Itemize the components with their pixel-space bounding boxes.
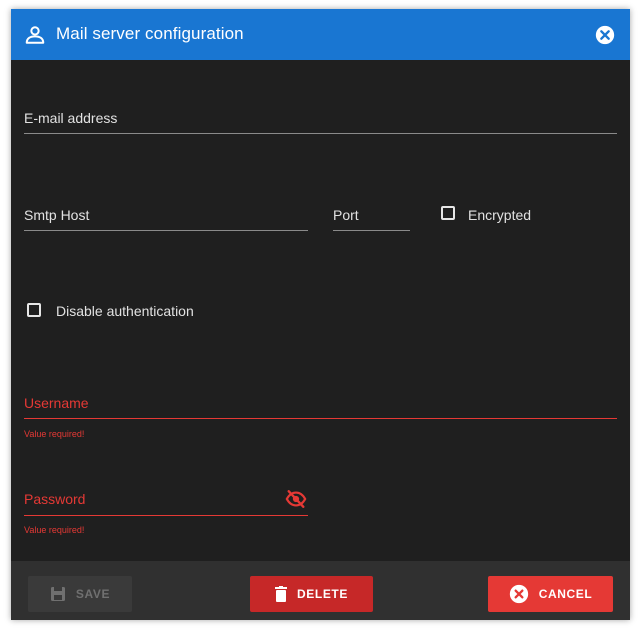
trash-icon [275, 586, 288, 602]
save-label: SAVE [75, 587, 111, 601]
close-icon[interactable] [594, 24, 616, 46]
dialog-titlebar: Mail server configuration [11, 9, 630, 60]
dialog-footer: SAVE DELETE CANCEL [11, 561, 630, 620]
delete-label: DELETE [297, 587, 348, 601]
encrypted-label: Encrypted [468, 207, 532, 223]
password-error: Value required! [24, 525, 85, 535]
email-input[interactable] [24, 107, 618, 129]
password-input[interactable] [24, 488, 279, 510]
username-input[interactable] [24, 392, 617, 414]
smtp-host-input[interactable] [24, 204, 308, 226]
cancel-label: CANCEL [538, 587, 593, 601]
save-button[interactable]: SAVE [28, 576, 132, 612]
encrypted-checkbox[interactable] [441, 206, 455, 220]
account-icon [25, 26, 45, 44]
username-error: Value required! [24, 429, 85, 439]
port-underline [333, 230, 410, 231]
email-underline [24, 133, 617, 134]
password-underline [24, 515, 308, 516]
eye-off-icon[interactable] [284, 488, 308, 510]
mail-server-dialog: Mail server configuration E-mail address… [11, 9, 630, 620]
close-circle-icon [509, 584, 528, 604]
disable-auth-label: Disable authentication [56, 303, 194, 319]
port-input[interactable] [333, 204, 410, 226]
username-underline [24, 418, 617, 419]
cancel-button[interactable]: CANCEL [488, 576, 613, 612]
smtp-host-underline [24, 230, 308, 231]
delete-button[interactable]: DELETE [250, 576, 373, 612]
disable-auth-checkbox[interactable] [27, 303, 41, 317]
dialog-title: Mail server configuration [56, 24, 244, 43]
floppy-icon [50, 587, 65, 601]
